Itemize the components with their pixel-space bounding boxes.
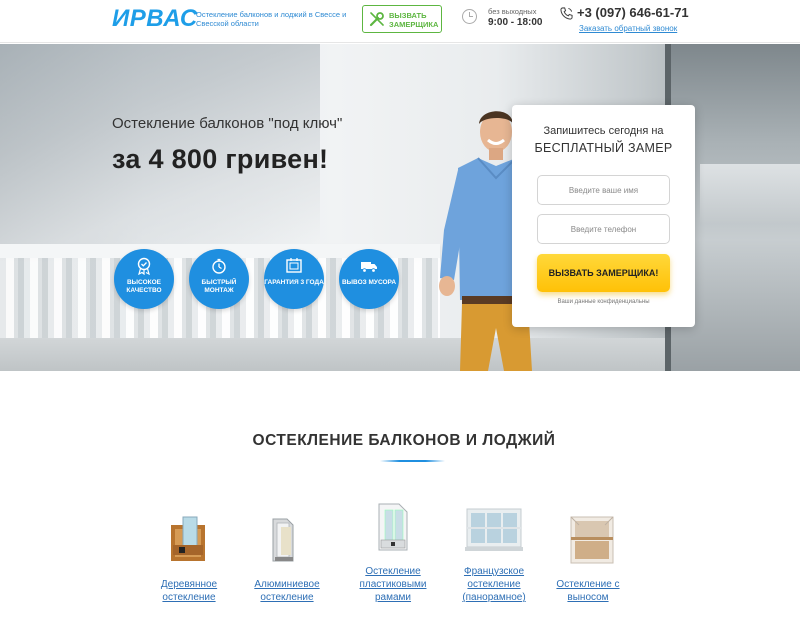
section-divider — [380, 460, 445, 462]
callback-link[interactable]: Заказать обратный звонок — [579, 24, 677, 33]
hero-section: Остекление балконов "под ключ" за 4 800 … — [0, 44, 800, 371]
phone-input[interactable] — [537, 214, 670, 244]
hero-title: за 4 800 гривен! — [112, 144, 329, 174]
badge-warranty: ГАРАНТИЯ 3 ГОДА — [264, 249, 324, 309]
badge-fast-install: БЫСТРЫЙ МОНТАЖ — [189, 249, 249, 309]
call-measurer-button[interactable]: ВЫЗВАТЬ ЗАМЕРЩИКА — [362, 5, 442, 33]
form-title-line2: БЕСПЛАТНЫЙ ЗАМЕР — [534, 141, 673, 155]
working-hours: 9:00 - 18:00 — [488, 17, 543, 28]
product-plastic-label[interactable]: Остекление пластиковыми рамами — [350, 565, 436, 604]
section-title: ОСТЕКЛЕНИЕ БАЛКОНОВ И ЛОДЖИЙ — [252, 432, 556, 449]
truck-icon — [361, 262, 377, 273]
product-aluminium-label[interactable]: Алюминиевое остекление — [248, 578, 326, 604]
product-wooden-label[interactable]: Деревянное остекление — [152, 578, 226, 604]
free-measure-form: Запишитесь сегодня на БЕСПЛАТНЫЙ ЗАМЕР В… — [512, 105, 695, 327]
plastic-profile-image — [378, 503, 408, 551]
extension-balcony-image — [570, 516, 614, 564]
french-balcony-image — [465, 508, 523, 551]
benefit-badges: ВЫСОКОЕ КАЧЕСТВО БЫСТРЫЙ МОНТАЖ ГАРАНТИЯ… — [112, 249, 402, 319]
submit-measure-button[interactable]: ВЫЗВАТЬ ЗАМЕРЩИКА! — [537, 254, 670, 292]
tagline: Остекление балконов и лоджий в Свессе и … — [196, 10, 347, 28]
tools-icon — [369, 12, 384, 27]
wooden-profile-image — [171, 516, 205, 561]
medal-icon — [137, 257, 151, 275]
badge-waste-removal: ВЫВОЗ МУСОРА — [339, 249, 399, 309]
name-input[interactable] — [537, 175, 670, 205]
certificate-icon — [286, 258, 302, 273]
badge-quality: ВЫСОКОЕ КАЧЕСТВО — [114, 249, 174, 309]
aluminium-profile-image — [272, 518, 294, 562]
phone-number[interactable]: +3 (097) 646-61-71 — [577, 5, 689, 20]
product-french-label[interactable]: Французское остекление (панорамное) — [452, 565, 536, 604]
stopwatch-icon — [212, 258, 226, 274]
privacy-note: Ваши данные конфиденциальны — [557, 299, 650, 305]
hours-note: без выходных — [488, 7, 537, 16]
badge-quality-label: ВЫСОКОЕ КАЧЕСТВО — [126, 279, 162, 294]
logo[interactable]: ИРВАС — [112, 5, 198, 33]
badge-waste-removal-label: ВЫВОЗ МУСОРА — [341, 279, 397, 286]
site-header: ИРВАС Остекление балконов и лоджий в Све… — [0, 0, 800, 43]
product-extension-label[interactable]: Остекление с выносом — [553, 578, 623, 604]
phone-icon — [560, 7, 573, 20]
badge-fast-install-label: БЫСТРЫЙ МОНТАЖ — [201, 279, 237, 294]
badge-warranty-label: ГАРАНТИЯ 3 ГОДА — [264, 279, 324, 286]
form-title-line1: Запишитесь сегодня на — [543, 125, 664, 137]
clock-icon — [462, 9, 477, 24]
hero-subtitle: Остекление балконов "под ключ" — [112, 115, 343, 132]
call-measurer-label: ВЫЗВАТЬ ЗАМЕРЩИКА — [389, 11, 439, 29]
background-snow — [700, 164, 800, 224]
